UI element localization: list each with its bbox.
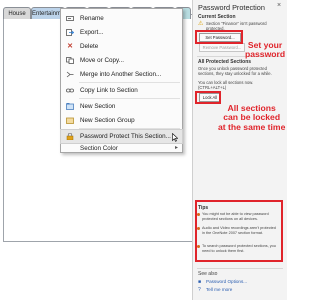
move-copy-icon [66,57,74,64]
menu-item-new-section-group[interactable]: New Section Group [61,114,182,127]
set-password-highlight [195,30,243,44]
close-icon[interactable]: × [277,2,281,9]
current-section-heading: Current Section [198,14,236,20]
menu-item-new-section[interactable]: New Section [61,100,182,113]
export-icon [66,29,75,36]
new-section-group-icon [66,117,74,124]
rename-icon [66,15,74,22]
copy-link-icon [66,87,74,94]
merge-icon [66,71,74,78]
lock-all-hint: You can lock all sections now. (CTRL+ALT… [198,80,254,91]
menu-item-rename[interactable]: Rename [61,12,182,25]
remove-password-button[interactable]: Remove Password... [199,43,245,52]
pane-title: Password Protection [198,3,265,12]
menu-item-section-color[interactable]: Section Color ▸ [61,144,182,153]
menu-item-delete[interactable]: ✕ Delete [61,40,182,53]
menu-separator [79,82,180,83]
divider [197,268,283,269]
section-context-menu: Rename Export... ✕ Delete Move or Copy..… [60,8,183,153]
lock-all-highlight [195,91,221,104]
menu-item-move-copy[interactable]: Move or Copy... [61,54,182,67]
help-icon: ? [198,287,201,293]
submenu-arrow-icon: ▸ [174,145,178,151]
menu-item-merge[interactable]: Merge into Another Section... [61,68,182,81]
all-protected-description: Once you unlock password protected secti… [198,66,272,77]
menu-item-password-protect[interactable]: Password Protect This Section... [60,129,183,144]
delete-icon: ✕ [67,43,73,50]
menu-separator [79,98,180,99]
menu-item-copy-link[interactable]: Copy Link to Section [61,84,182,97]
lock-icon [66,132,74,141]
all-protected-heading: All Protected Sections [198,59,252,65]
tell-me-more-link[interactable]: Tell me more [206,287,232,292]
menu-item-export[interactable]: Export... [61,26,182,39]
annotation-lock-all: All sections can be locked at the same t… [218,103,286,132]
password-options-link[interactable]: Password Options... [206,279,247,284]
section-tab-house[interactable]: House [3,7,31,19]
see-also-heading: See also [198,271,218,277]
new-section-icon [66,103,74,110]
menu-separator [79,128,180,129]
tips-highlight [195,200,283,262]
options-icon: ■ [198,279,202,285]
annotation-set-password: Set your password [245,40,286,60]
warning-icon: ⚠ [198,21,204,27]
